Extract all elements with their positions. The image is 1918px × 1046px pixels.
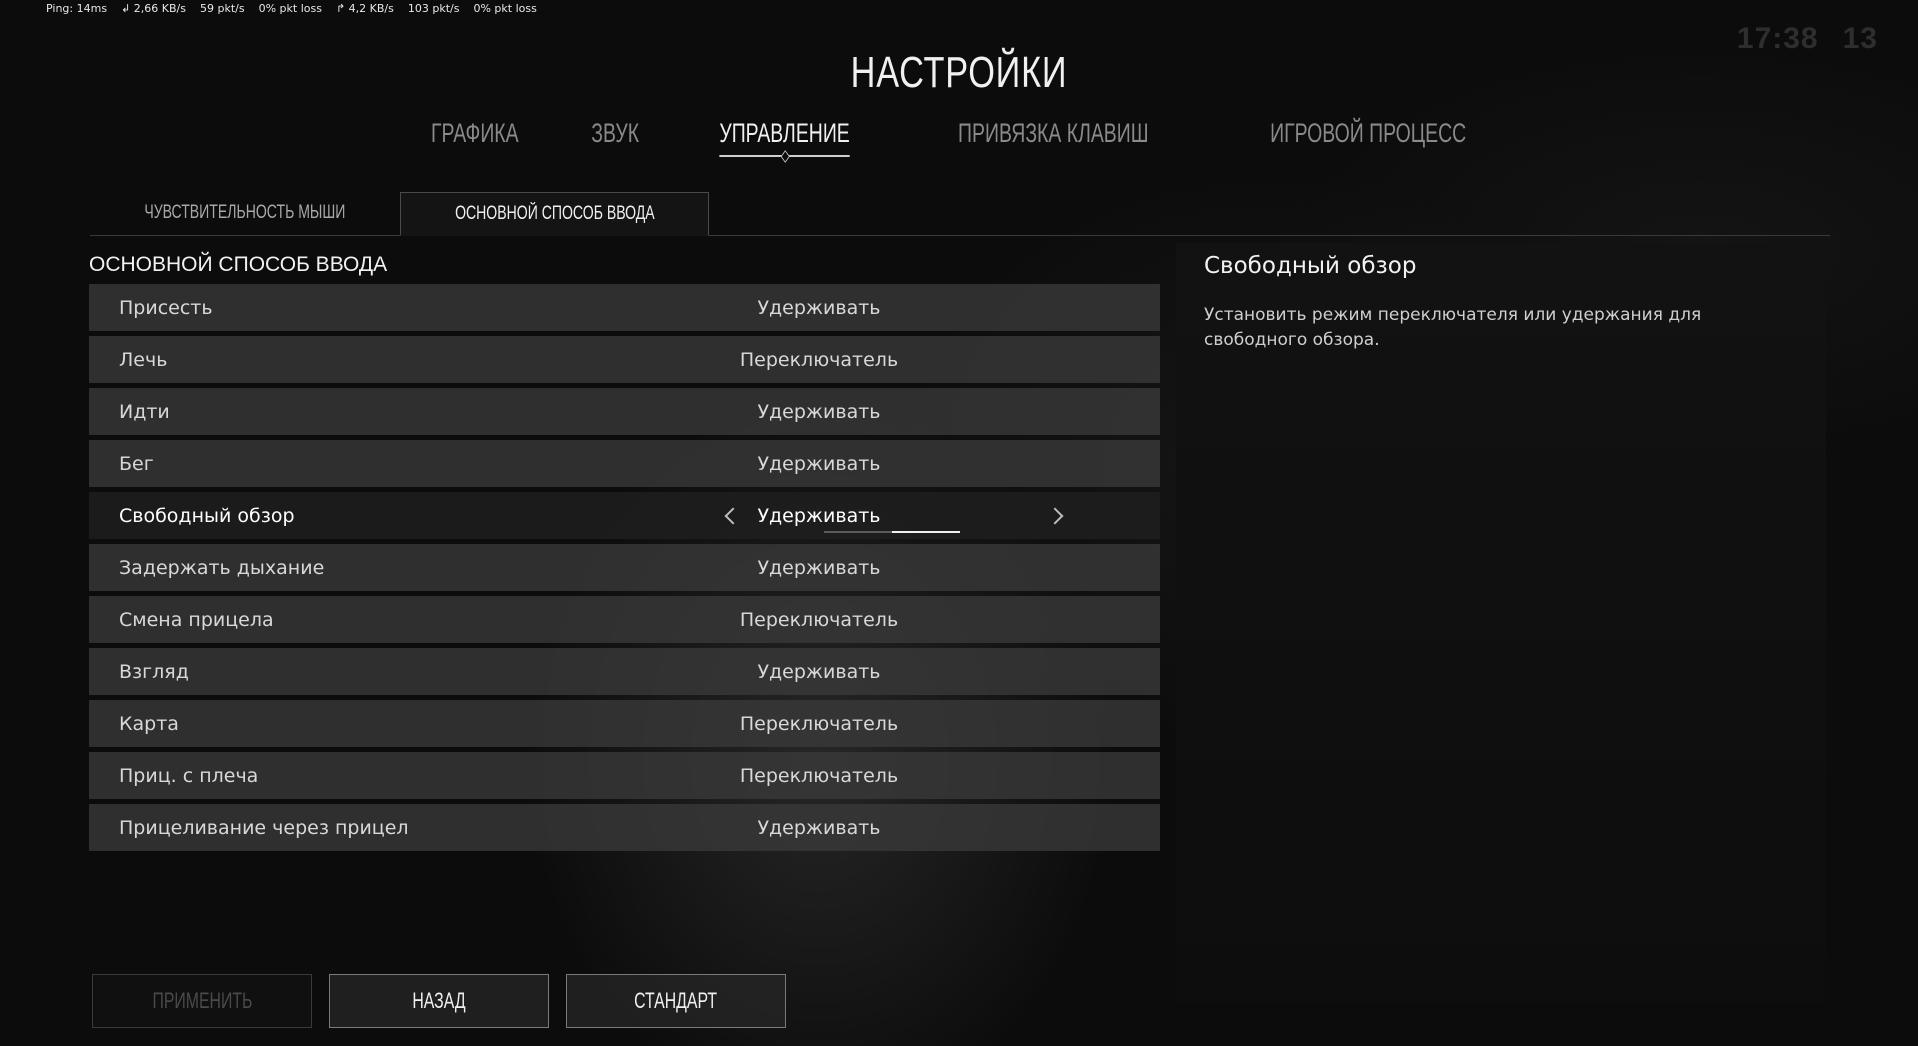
tab-graphics[interactable]: ГРАФИКА xyxy=(414,118,535,149)
download-packets: 59 pkt/s xyxy=(199,2,245,15)
setting-label: Приц. с плеча xyxy=(119,764,259,787)
setting-row-look[interactable]: Взгляд Удерживать xyxy=(89,648,1160,695)
main-tab-bar: ГРАФИКА ЗВУК УПРАВЛЕНИЕ ПРИВЯЗКА КЛАВИШ … xyxy=(0,118,1918,157)
network-stats: Ping: 14ms ↲ 2,66 KB/s 59 pkt/s 0% pkt l… xyxy=(46,2,537,15)
hud-overlay: 17:38 13 xyxy=(1737,22,1878,56)
setting-value: Переключатель xyxy=(739,764,899,787)
setting-row-walk[interactable]: Идти Удерживать xyxy=(89,388,1160,435)
setting-row-map[interactable]: Карта Переключатель xyxy=(89,700,1160,747)
upload-stats: ↱ 4,2 KB/s xyxy=(336,2,394,15)
setting-value: Удерживать xyxy=(757,452,881,475)
setting-label: Присесть xyxy=(119,296,213,319)
setting-label: Лечь xyxy=(119,348,168,371)
setting-label: Смена прицела xyxy=(119,608,274,631)
upload-rate: 4,2 KB/s xyxy=(348,2,394,15)
setting-row-sprint[interactable]: Бег Удерживать xyxy=(89,440,1160,487)
setting-label: Идти xyxy=(119,400,170,423)
back-button-label: НАЗАД xyxy=(412,988,466,1013)
back-button[interactable]: НАЗАД xyxy=(329,974,549,1028)
sub-tab-bar: ЧУВСТВИТЕЛЬНОСТЬ МЫШИ ОСНОВНОЙ СПОСОБ ВВ… xyxy=(90,192,1830,236)
hud-count: 13 xyxy=(1842,22,1878,55)
setting-value: Удерживать xyxy=(757,504,881,527)
settings-list: Присесть Удерживать Лечь Переключатель И… xyxy=(89,284,1160,856)
setting-row-prone[interactable]: Лечь Переключатель xyxy=(89,336,1160,383)
setting-value: Переключатель xyxy=(739,608,899,631)
upload-packets: 103 pkt/s xyxy=(407,2,460,15)
setting-label: Прицеливание через прицел xyxy=(119,816,409,839)
setting-label: Взгляд xyxy=(119,660,189,683)
setting-value: Переключатель xyxy=(739,712,899,735)
bottom-button-bar: ПРИМЕНИТЬ НАЗАД СТАНДАРТ xyxy=(92,974,786,1028)
default-button-label: СТАНДАРТ xyxy=(634,988,718,1013)
setting-value: Удерживать xyxy=(757,556,881,579)
subtab-primary-input[interactable]: ОСНОВНОЙ СПОСОБ ВВОДА xyxy=(399,192,710,236)
option-position-fill xyxy=(892,531,960,533)
upload-arrow-icon: ↱ xyxy=(335,2,346,15)
description-panel: Свободный обзор Установить режим переклю… xyxy=(1176,243,1826,1003)
setting-label: Задержать дыхание xyxy=(119,556,325,579)
tab-key-bindings[interactable]: ПРИВЯЗКА КЛАВИШ xyxy=(942,118,1166,149)
subtab-label: ЧУВСТВИТЕЛЬНОСТЬ МЫШИ xyxy=(144,202,346,223)
tab-sound[interactable]: ЗВУК xyxy=(574,118,655,149)
download-rate: 2,66 KB/s xyxy=(133,2,186,15)
setting-row-crouch[interactable]: Присесть Удерживать xyxy=(89,284,1160,331)
upload-loss: 0% pkt loss xyxy=(473,2,537,15)
default-button[interactable]: СТАНДАРТ xyxy=(566,974,786,1028)
setting-label: Карта xyxy=(119,712,179,735)
option-position-indicator xyxy=(824,531,960,533)
subtab-mouse-sensitivity[interactable]: ЧУВСТВИТЕЛЬНОСТЬ МЫШИ xyxy=(90,191,400,235)
download-stats: ↲ 2,66 KB/s xyxy=(121,2,186,15)
hud-time: 17:38 xyxy=(1736,22,1819,55)
tab-controls[interactable]: УПРАВЛЕНИЕ xyxy=(703,118,867,157)
setting-value: Удерживать xyxy=(757,816,881,839)
section-heading: ОСНОВНОЙ СПОСОБ ВВОДА xyxy=(89,253,388,276)
description-text: Установить режим переключателя или удерж… xyxy=(1204,305,1702,350)
setting-row-free-look[interactable]: Свободный обзор Удерживать xyxy=(89,492,1160,539)
apply-button-label: ПРИМЕНИТЬ xyxy=(152,988,252,1013)
settings-screen: Ping: 14ms ↲ 2,66 KB/s 59 pkt/s 0% pkt l… xyxy=(0,0,1918,1046)
setting-label: Свободный обзор xyxy=(119,504,295,527)
setting-row-hold-breath[interactable]: Задержать дыхание Удерживать xyxy=(89,544,1160,591)
ping-readout: Ping: 14ms xyxy=(46,2,108,15)
tab-gameplay[interactable]: ИГРОВОЙ ПРОЦЕСС xyxy=(1253,118,1482,149)
chevron-right-icon[interactable] xyxy=(1046,507,1064,524)
setting-value: Удерживать xyxy=(757,400,881,423)
apply-button[interactable]: ПРИМЕНИТЬ xyxy=(92,974,312,1028)
setting-value: Удерживать xyxy=(757,296,881,319)
setting-row-scope-change[interactable]: Смена прицела Переключатель xyxy=(89,596,1160,643)
download-arrow-icon: ↲ xyxy=(121,2,131,15)
download-loss: 0% pkt loss xyxy=(258,2,322,15)
setting-label: Бег xyxy=(119,452,154,475)
page-title: НАСТРОЙКИ xyxy=(850,48,1068,97)
subtab-label: ОСНОВНОЙ СПОСОБ ВВОДА xyxy=(454,203,655,224)
description-title: Свободный обзор xyxy=(1204,253,1417,279)
setting-row-shoulder-aim[interactable]: Приц. с плеча Переключатель xyxy=(89,752,1160,799)
setting-value: Удерживать xyxy=(757,660,881,683)
setting-row-scope-aim[interactable]: Прицеливание через прицел Удерживать xyxy=(89,804,1160,851)
setting-value: Переключатель xyxy=(739,348,899,371)
